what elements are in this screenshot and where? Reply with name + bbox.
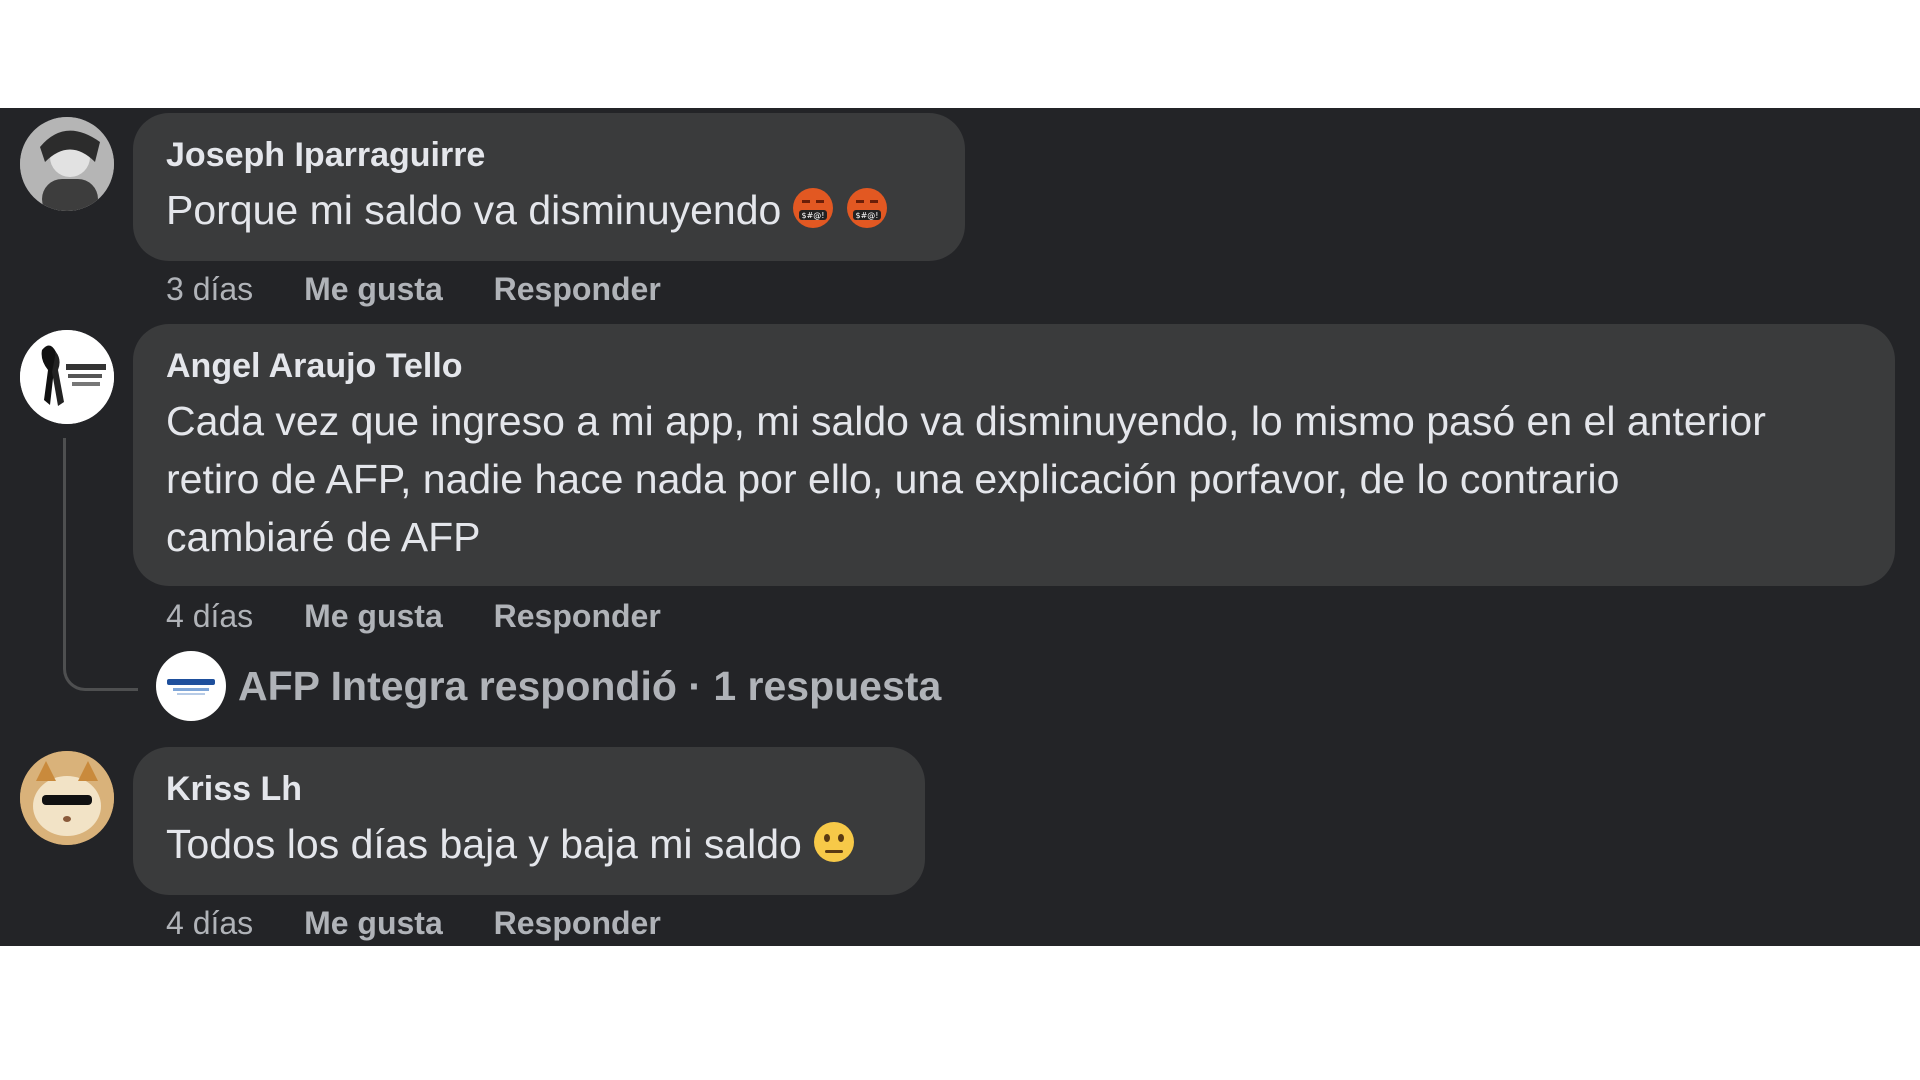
user-photo-icon: [20, 117, 114, 211]
comment-actions: 4 días Me gusta Responder: [166, 596, 703, 636]
comment-bubble: Kriss Lh Todos los días baja y baja mi s…: [133, 747, 925, 895]
like-button[interactable]: Me gusta: [304, 905, 443, 941]
reply-button[interactable]: Responder: [494, 598, 661, 634]
angry-cursing-face-icon: $#@!: [845, 186, 889, 245]
comment-text: Todos los días baja y baja mi saldo: [166, 815, 892, 879]
comment-time[interactable]: 4 días: [166, 905, 253, 941]
svg-text:$#@!: $#@!: [856, 211, 879, 220]
like-button[interactable]: Me gusta: [304, 271, 443, 307]
avatar[interactable]: [20, 330, 114, 424]
reply-button[interactable]: Responder: [494, 905, 661, 941]
replies-summary[interactable]: AFP Integra respondió · 1 respuesta: [238, 663, 941, 710]
comment-bubble: Angel Araujo Tello Cada vez que ingreso …: [133, 324, 1895, 586]
comment-author[interactable]: Joseph Iparraguirre: [166, 135, 932, 175]
cat-with-sunglasses-icon: [20, 751, 114, 845]
like-button[interactable]: Me gusta: [304, 598, 443, 634]
comment-time[interactable]: 4 días: [166, 598, 253, 634]
neutral-face-icon: [812, 820, 856, 879]
comment-text: Cada vez que ingreso a mi app, mi saldo …: [166, 398, 1766, 560]
comment-bubble: Joseph Iparraguirre Porque mi saldo va d…: [133, 113, 965, 261]
comment-actions: 3 días Me gusta Responder: [166, 269, 703, 309]
afp-integra-logo-icon: [156, 651, 226, 721]
avatar[interactable]: [20, 751, 114, 845]
comment-author[interactable]: Kriss Lh: [166, 769, 892, 809]
comment-author[interactable]: Angel Araujo Tello: [166, 346, 1862, 386]
mourning-ribbon-icon: [20, 330, 114, 424]
comment-text: Porque mi saldo va disminuyendo $#@! $#@!: [166, 181, 932, 245]
reply-thread-line: [63, 438, 138, 691]
svg-text:$#@!: $#@!: [802, 211, 825, 220]
avatar[interactable]: [20, 117, 114, 211]
view-replies-link[interactable]: AFP Integra respondió · 1 respuesta: [156, 651, 941, 721]
reply-button[interactable]: Responder: [494, 271, 661, 307]
comment-time[interactable]: 3 días: [166, 271, 253, 307]
comment-actions: 4 días Me gusta Responder: [166, 903, 703, 943]
angry-cursing-face-icon: $#@!: [791, 186, 835, 245]
